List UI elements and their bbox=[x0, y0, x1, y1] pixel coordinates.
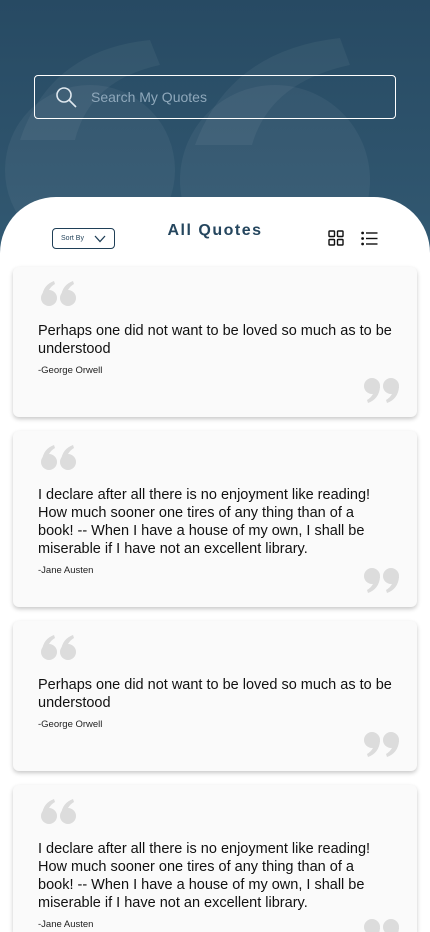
quote-close-icon bbox=[364, 732, 399, 757]
search-input[interactable] bbox=[91, 89, 395, 105]
quote-close-icon bbox=[364, 378, 399, 403]
quote-text: I declare after all there is no enjoymen… bbox=[38, 487, 371, 557]
quote-author: -George Orwell bbox=[38, 365, 103, 376]
quote-open-icon bbox=[41, 281, 76, 306]
quote-author: -George Orwell bbox=[38, 719, 103, 730]
quote-card[interactable]: I declare after all there is no enjoymen… bbox=[13, 431, 417, 607]
toolbar: Sort By All Quotes bbox=[0, 197, 430, 263]
quote-author: -Jane Austen bbox=[38, 919, 94, 930]
grid-view-button[interactable] bbox=[327, 229, 345, 247]
quote-text: Perhaps one did not want to be loved so … bbox=[38, 677, 392, 711]
search-bar[interactable] bbox=[34, 75, 396, 119]
quote-card[interactable]: I declare after all there is no enjoymen… bbox=[13, 785, 417, 932]
quote-close-icon bbox=[364, 919, 399, 932]
grid-view-icon bbox=[328, 230, 344, 246]
list-view-icon bbox=[360, 231, 377, 245]
quote-text: I declare after all there is no enjoymen… bbox=[38, 841, 371, 911]
quote-card[interactable]: Perhaps one did not want to be loved so … bbox=[13, 267, 417, 417]
quote-author: -Jane Austen bbox=[38, 565, 94, 576]
quote-open-icon bbox=[41, 799, 76, 824]
search-icon bbox=[56, 87, 77, 108]
quote-open-icon bbox=[41, 445, 76, 470]
quote-card[interactable]: Perhaps one did not want to be loved so … bbox=[13, 621, 417, 771]
quote-text: Perhaps one did not want to be loved so … bbox=[38, 323, 392, 357]
quote-open-icon bbox=[41, 635, 76, 660]
list-view-button[interactable] bbox=[360, 229, 378, 247]
quote-close-icon bbox=[364, 568, 399, 593]
